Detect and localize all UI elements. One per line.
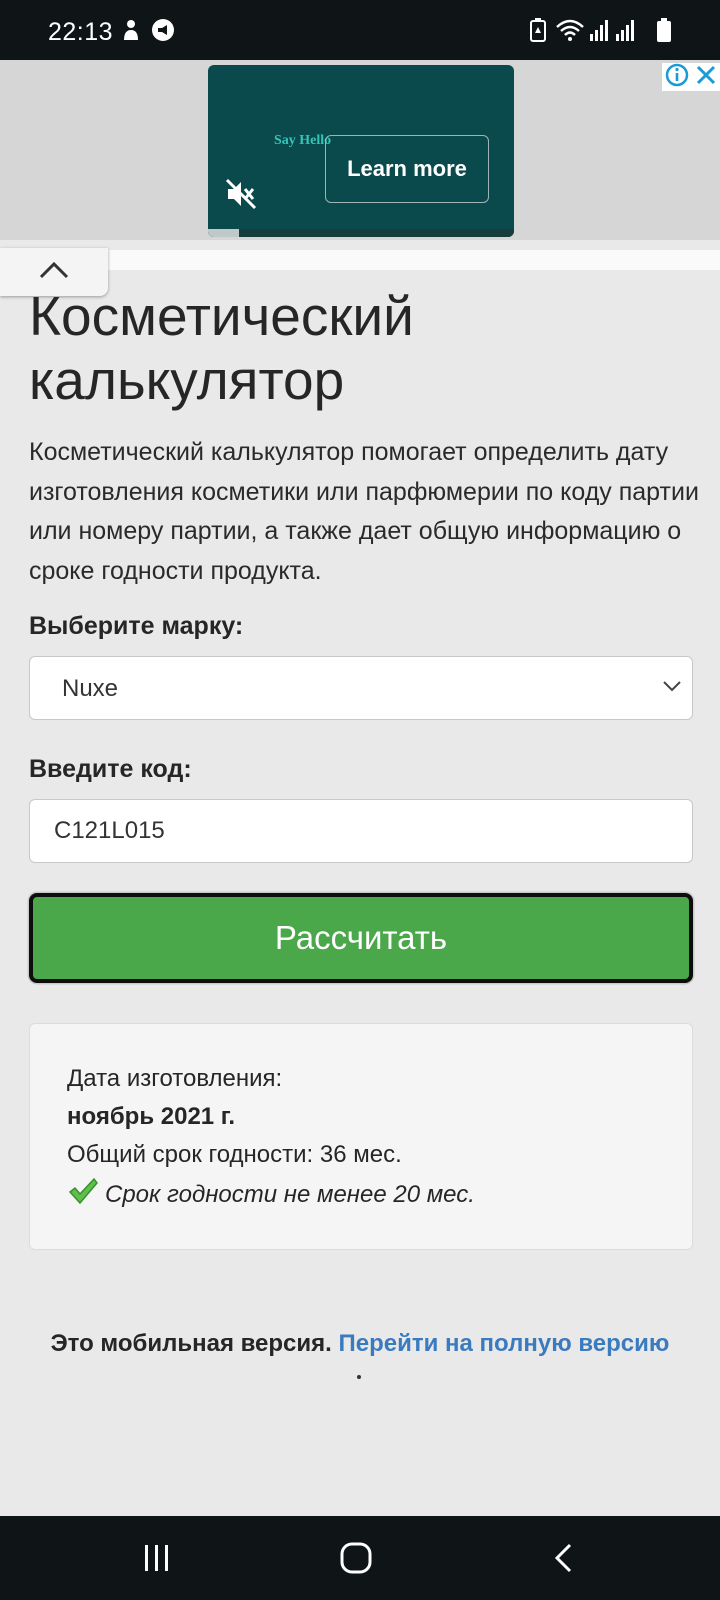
full-version-link[interactable]: Перейти на полную версию	[339, 1330, 670, 1357]
ad-choices[interactable]	[662, 63, 720, 91]
code-label: Введите код:	[29, 755, 192, 783]
brand-select[interactable]: Nuxe	[29, 656, 693, 720]
checkmark-icon	[67, 1175, 99, 1214]
status-time: 22:13	[48, 18, 114, 46]
home-icon[interactable]	[336, 1536, 376, 1580]
recents-icon[interactable]	[140, 1536, 174, 1580]
footer-text: Это мобильная версия.	[50, 1330, 332, 1357]
signal-icon	[588, 18, 610, 42]
mute-icon[interactable]	[224, 177, 258, 216]
total-shelf-life: Общий срок годности: 36 мес.	[67, 1141, 402, 1168]
chevron-down-icon	[662, 679, 682, 698]
megaphone-icon	[150, 18, 176, 42]
page-title: Косметический калькулятор	[29, 285, 414, 411]
remaining-shelf-life-text: Срок годности не менее 20 мес.	[105, 1180, 475, 1208]
battery-icon	[656, 18, 672, 42]
learn-more-button[interactable]: Learn more	[325, 135, 489, 203]
info-icon[interactable]	[665, 63, 689, 92]
navigation-bar	[0, 1516, 720, 1600]
chevron-up-icon	[39, 261, 69, 284]
calculate-button[interactable]: Рассчитать	[29, 893, 693, 983]
footer-dot	[357, 1375, 361, 1379]
person-silhouette-icon	[120, 18, 142, 42]
battery-saver-icon	[528, 18, 548, 42]
ad-video[interactable]: Say Hello Learn more	[208, 65, 514, 237]
brand-label: Выберите марку:	[29, 612, 244, 640]
status-bar: 22:13	[0, 0, 720, 60]
ad-progress-bar	[208, 229, 514, 237]
brand-select-value: Nuxe	[62, 675, 119, 702]
signal-icon	[614, 18, 636, 42]
ad-brand-text: Say Hello	[274, 133, 332, 148]
close-icon[interactable]	[695, 64, 717, 91]
intro-text: Косметический калькулятор помогает опред…	[29, 438, 699, 585]
wifi-icon	[554, 18, 586, 42]
ad-banner: Say Hello Learn more	[0, 60, 720, 240]
manufacture-date-label: Дата изготовления:	[67, 1065, 283, 1092]
result-panel: Дата изготовления: ноябрь 2021 г. Общий …	[29, 1023, 693, 1250]
remaining-shelf-life: Срок годности не менее 20 мес.	[67, 1175, 475, 1214]
ad-progress-fill	[208, 229, 239, 237]
back-icon[interactable]	[548, 1536, 578, 1580]
footer-mobile-notice: Это мобильная версия. Перейти на полную …	[0, 1330, 720, 1358]
code-input[interactable]	[29, 799, 693, 863]
ad-divider	[104, 250, 720, 270]
manufacture-date-value: ноябрь 2021 г.	[67, 1103, 236, 1130]
